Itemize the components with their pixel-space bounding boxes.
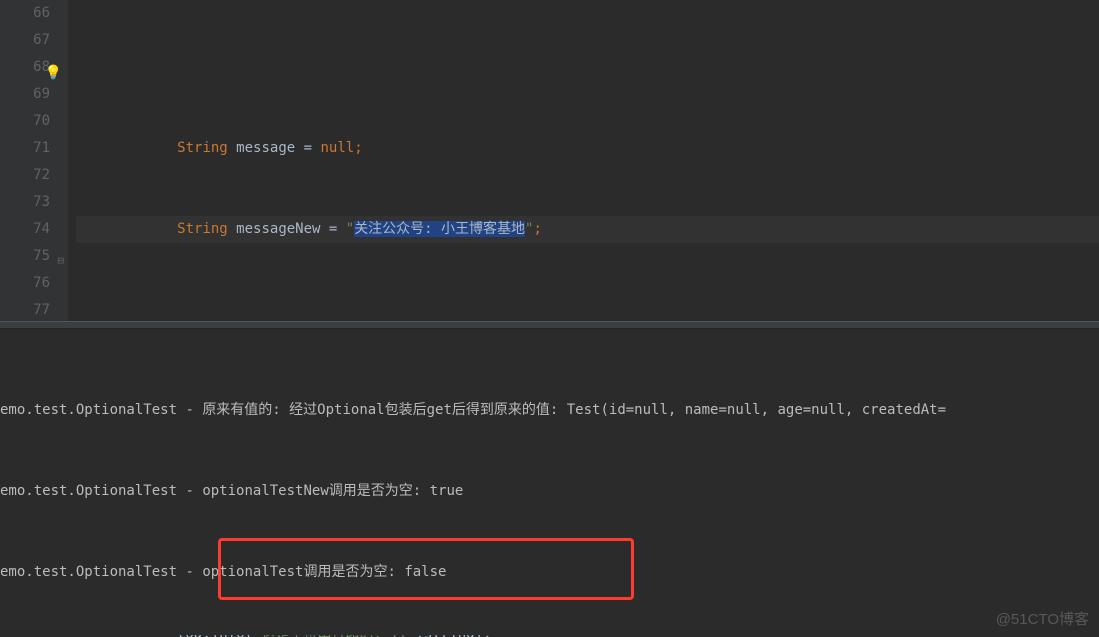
code-line[interactable] — [76, 54, 1099, 81]
fold-minus-icon[interactable]: ⊟ — [57, 247, 64, 274]
line-number-gutter: 66 67 68 69 70 71 72 73 74 75 76 77 💡 ⊟ — [0, 0, 68, 321]
line-number: 67 — [0, 27, 50, 54]
line-number: 73 — [0, 189, 50, 216]
line-number: 66 — [0, 0, 50, 27]
console-line: emo.test.OptionalTest - optionalTestNew调… — [0, 478, 1099, 505]
line-number: 69 — [0, 81, 50, 108]
code-editor[interactable]: 66 67 68 69 70 71 72 73 74 75 76 77 💡 ⊟ … — [0, 0, 1099, 321]
watermark-label: @51CTO博客 — [996, 608, 1089, 629]
console-output: emo.test.OptionalTest - 原来有值的: 经过Optiona… — [0, 343, 1099, 637]
code-line[interactable]: String message = null; — [76, 135, 1099, 162]
code-line[interactable] — [76, 297, 1099, 324]
line-number: 75 — [0, 243, 50, 270]
line-number: 77 — [0, 297, 50, 324]
line-number: 72 — [0, 162, 50, 189]
console-line: emo.test.OptionalTest - 原来有值的: 经过Optiona… — [0, 397, 1099, 424]
line-number: 68 — [0, 54, 50, 81]
run-console[interactable]: emo.test.OptionalTest - 原来有值的: 经过Optiona… — [0, 329, 1099, 635]
code-area[interactable]: String message = null; String messageNew… — [68, 0, 1099, 321]
line-number: 74 — [0, 216, 50, 243]
code-line-current[interactable]: String messageNew = "关注公众号: 小王博客基地"; — [76, 216, 1099, 243]
line-number: 71 — [0, 135, 50, 162]
line-number: 76 — [0, 270, 50, 297]
selected-text: 关注公众号: 小王博客基地 — [354, 221, 525, 237]
console-line: emo.test.OptionalTest - optionalTest调用是否… — [0, 559, 1099, 586]
intention-bulb-icon[interactable]: 💡 — [45, 60, 62, 87]
line-number: 70 — [0, 108, 50, 135]
